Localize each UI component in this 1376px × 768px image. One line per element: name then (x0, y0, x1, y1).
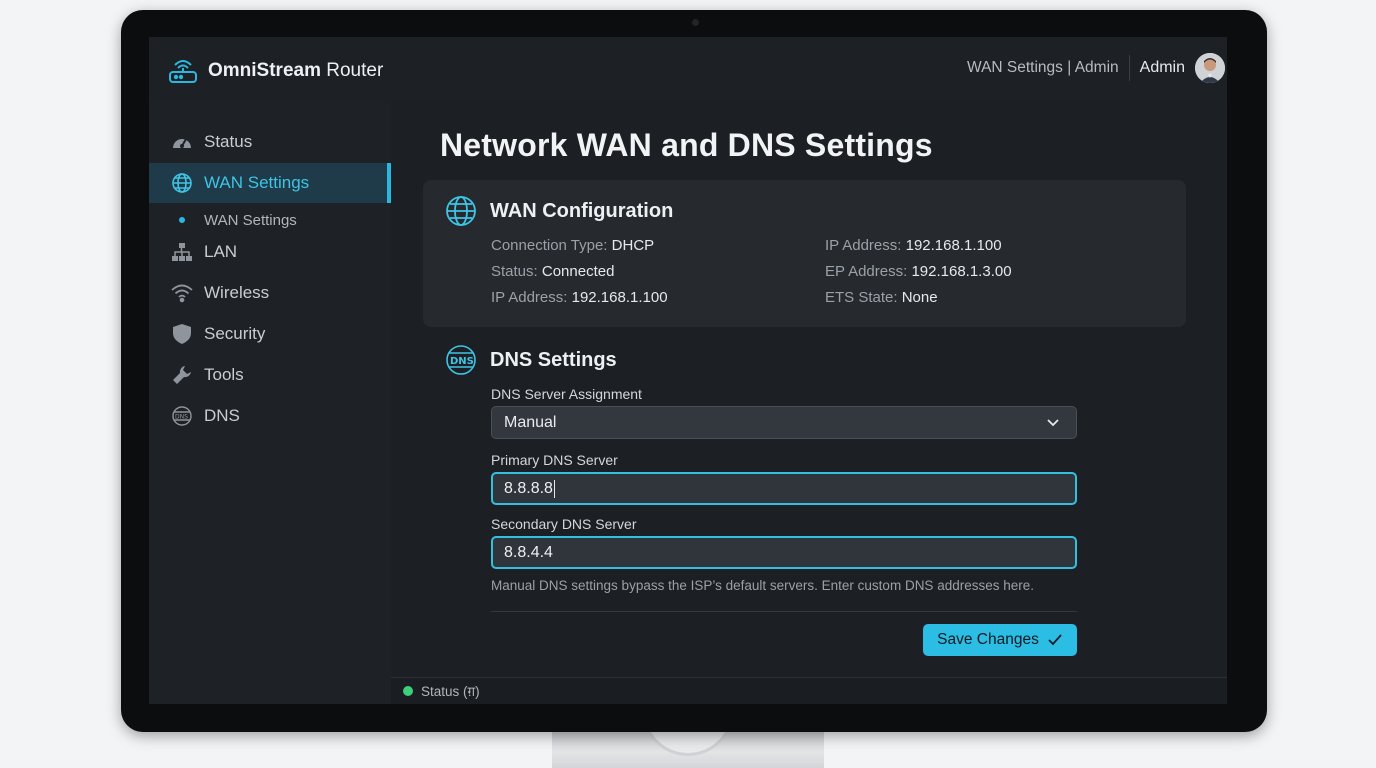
user-name[interactable]: Admin (1140, 59, 1185, 77)
wan-section-header: WAN Configuration (445, 195, 673, 227)
wan-status: Status: Connected (491, 263, 615, 280)
status-indicator-dot (403, 686, 413, 696)
router-icon (167, 56, 199, 86)
top-bar: OmniStream Router WAN Settings | Admin A… (149, 37, 1227, 102)
header-divider (1128, 55, 1130, 81)
save-changes-button[interactable]: Save Changes (923, 624, 1077, 656)
secondary-dns-label: Secondary DNS Server (491, 516, 637, 532)
gauge-icon (171, 131, 193, 153)
sidebar-subitem-label: WAN Settings (204, 211, 297, 229)
wrench-icon (171, 364, 193, 386)
sidebar-item-label: Wireless (204, 283, 270, 302)
dns-section-header: DNS DNS Settings (445, 344, 617, 376)
dns-hint-text: Manual DNS settings bypass the ISP’s def… (491, 578, 1034, 593)
dns-globe-icon: DNS (445, 344, 477, 376)
sidebar-item-label: LAN (204, 242, 238, 261)
wan-section-title: WAN Configuration (490, 199, 674, 222)
dns-assignment-select[interactable]: Manual (491, 406, 1077, 439)
sidebar-item-tools[interactable]: Tools (149, 355, 391, 395)
wan-connection-type: Connection Type: DHCP (491, 237, 655, 254)
svg-text:DNS: DNS (450, 356, 474, 367)
wan-configuration-card: WAN Configuration Connection Type: DHCP … (423, 180, 1186, 327)
dns-section-title: DNS Settings (490, 348, 617, 371)
page-title: Network WAN and DNS Settings (440, 127, 933, 163)
avatar[interactable] (1195, 53, 1225, 83)
svg-text:DNS: DNS (175, 414, 188, 421)
secondary-dns-input[interactable]: 8.8.4.4 (491, 536, 1077, 569)
user-area: WAN Settings | Admin Admin (967, 53, 1227, 83)
header-page-label: WAN Settings | Admin (967, 59, 1119, 76)
checkmark-icon (1047, 632, 1063, 648)
brand-name: OmniStream Router (208, 60, 384, 81)
main-content: Network WAN and DNS Settings WAN Configu… (391, 102, 1227, 677)
secondary-dns-value: 8.8.4.4 (504, 543, 553, 561)
dns-assignment-value: Manual (504, 413, 557, 431)
sidebar-item-wan-settings[interactable]: WAN Settings (149, 163, 391, 203)
primary-dns-value: 8.8.8.8 (504, 479, 553, 497)
sidebar-item-lan[interactable]: LAN (149, 232, 391, 272)
sidebar-item-security[interactable]: Security (149, 314, 391, 354)
text-caret (553, 479, 555, 498)
sidebar-item-label: WAN Settings (204, 173, 310, 192)
sidebar-item-status[interactable]: Status (149, 122, 391, 162)
wan-ep-address: EP Address: 192.168.1.3.00 (825, 263, 1012, 280)
wan-ip-address-right: IP Address: 192.168.1.100 (825, 237, 1002, 254)
dns-assignment-label: DNS Server Assignment (491, 386, 642, 402)
sidebar-item-label: Tools (204, 365, 244, 384)
form-divider (491, 611, 1077, 612)
sidebar-item-label: Security (204, 324, 266, 343)
router-admin-screen: OmniStream Router WAN Settings | Admin A… (149, 37, 1227, 704)
status-bar-label: Status (ग़) (421, 684, 480, 699)
webcam (692, 19, 699, 26)
sidebar-item-wireless[interactable]: Wireless (149, 273, 391, 313)
bullet-dot (179, 217, 185, 223)
save-button-label: Save Changes (937, 631, 1039, 648)
chevron-down-icon (1042, 412, 1064, 434)
primary-dns-input[interactable]: 8.8.8.8 (491, 472, 1077, 505)
brand-logo[interactable]: OmniStream Router (167, 56, 383, 86)
sidebar-item-label: Status (204, 132, 253, 151)
statusbar-sidebar-area (149, 677, 391, 704)
sidebar-item-label: DNS (204, 406, 240, 425)
primary-dns-label: Primary DNS Server (491, 452, 618, 468)
network-tree-icon (171, 241, 193, 263)
sidebar: Status WAN Settings WAN Settings LAN Wir… (149, 102, 391, 677)
wan-ets-state: ETS State: None (825, 289, 938, 306)
sidebar-item-dns[interactable]: DNS DNS (149, 396, 391, 436)
globe-icon (445, 195, 477, 227)
shield-icon (171, 323, 193, 345)
wifi-icon (171, 282, 193, 304)
globe-icon (171, 172, 193, 194)
dns-globe-icon: DNS (171, 405, 193, 427)
wan-ip-address: IP Address: 192.168.1.100 (491, 289, 668, 306)
status-bar: Status (ग़) (391, 677, 1227, 704)
sidebar-subitem-wan-settings[interactable]: WAN Settings (149, 208, 391, 232)
